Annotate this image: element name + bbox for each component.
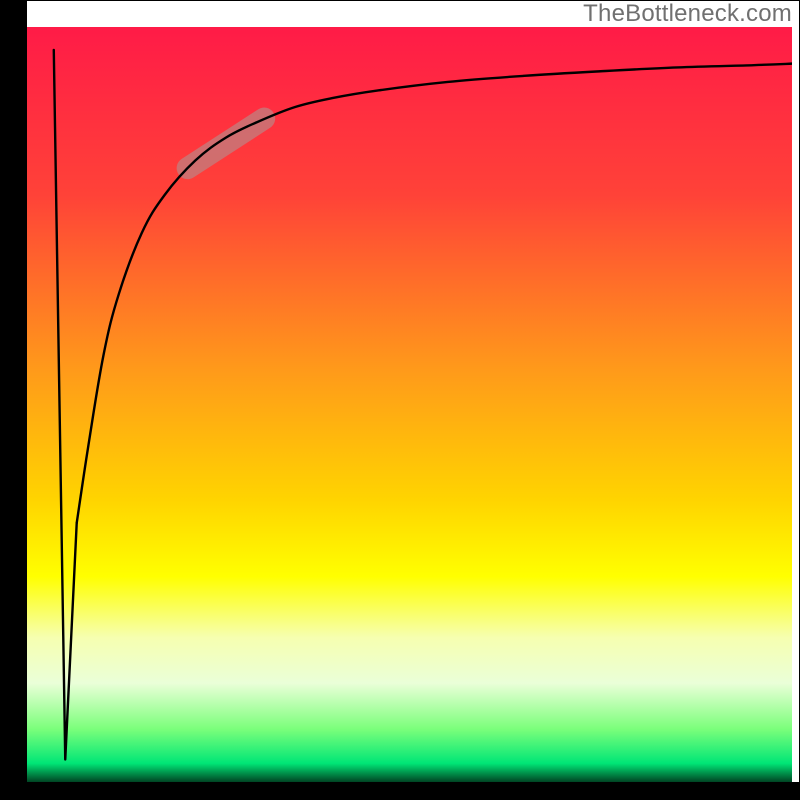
chart-svg <box>0 0 800 800</box>
watermark-text: TheBottleneck.com <box>583 0 792 28</box>
plot-background <box>27 27 792 790</box>
chart-stage: TheBottleneck.com <box>0 0 800 800</box>
frame-bottom-band <box>0 782 800 800</box>
frame-left-band <box>0 0 27 800</box>
